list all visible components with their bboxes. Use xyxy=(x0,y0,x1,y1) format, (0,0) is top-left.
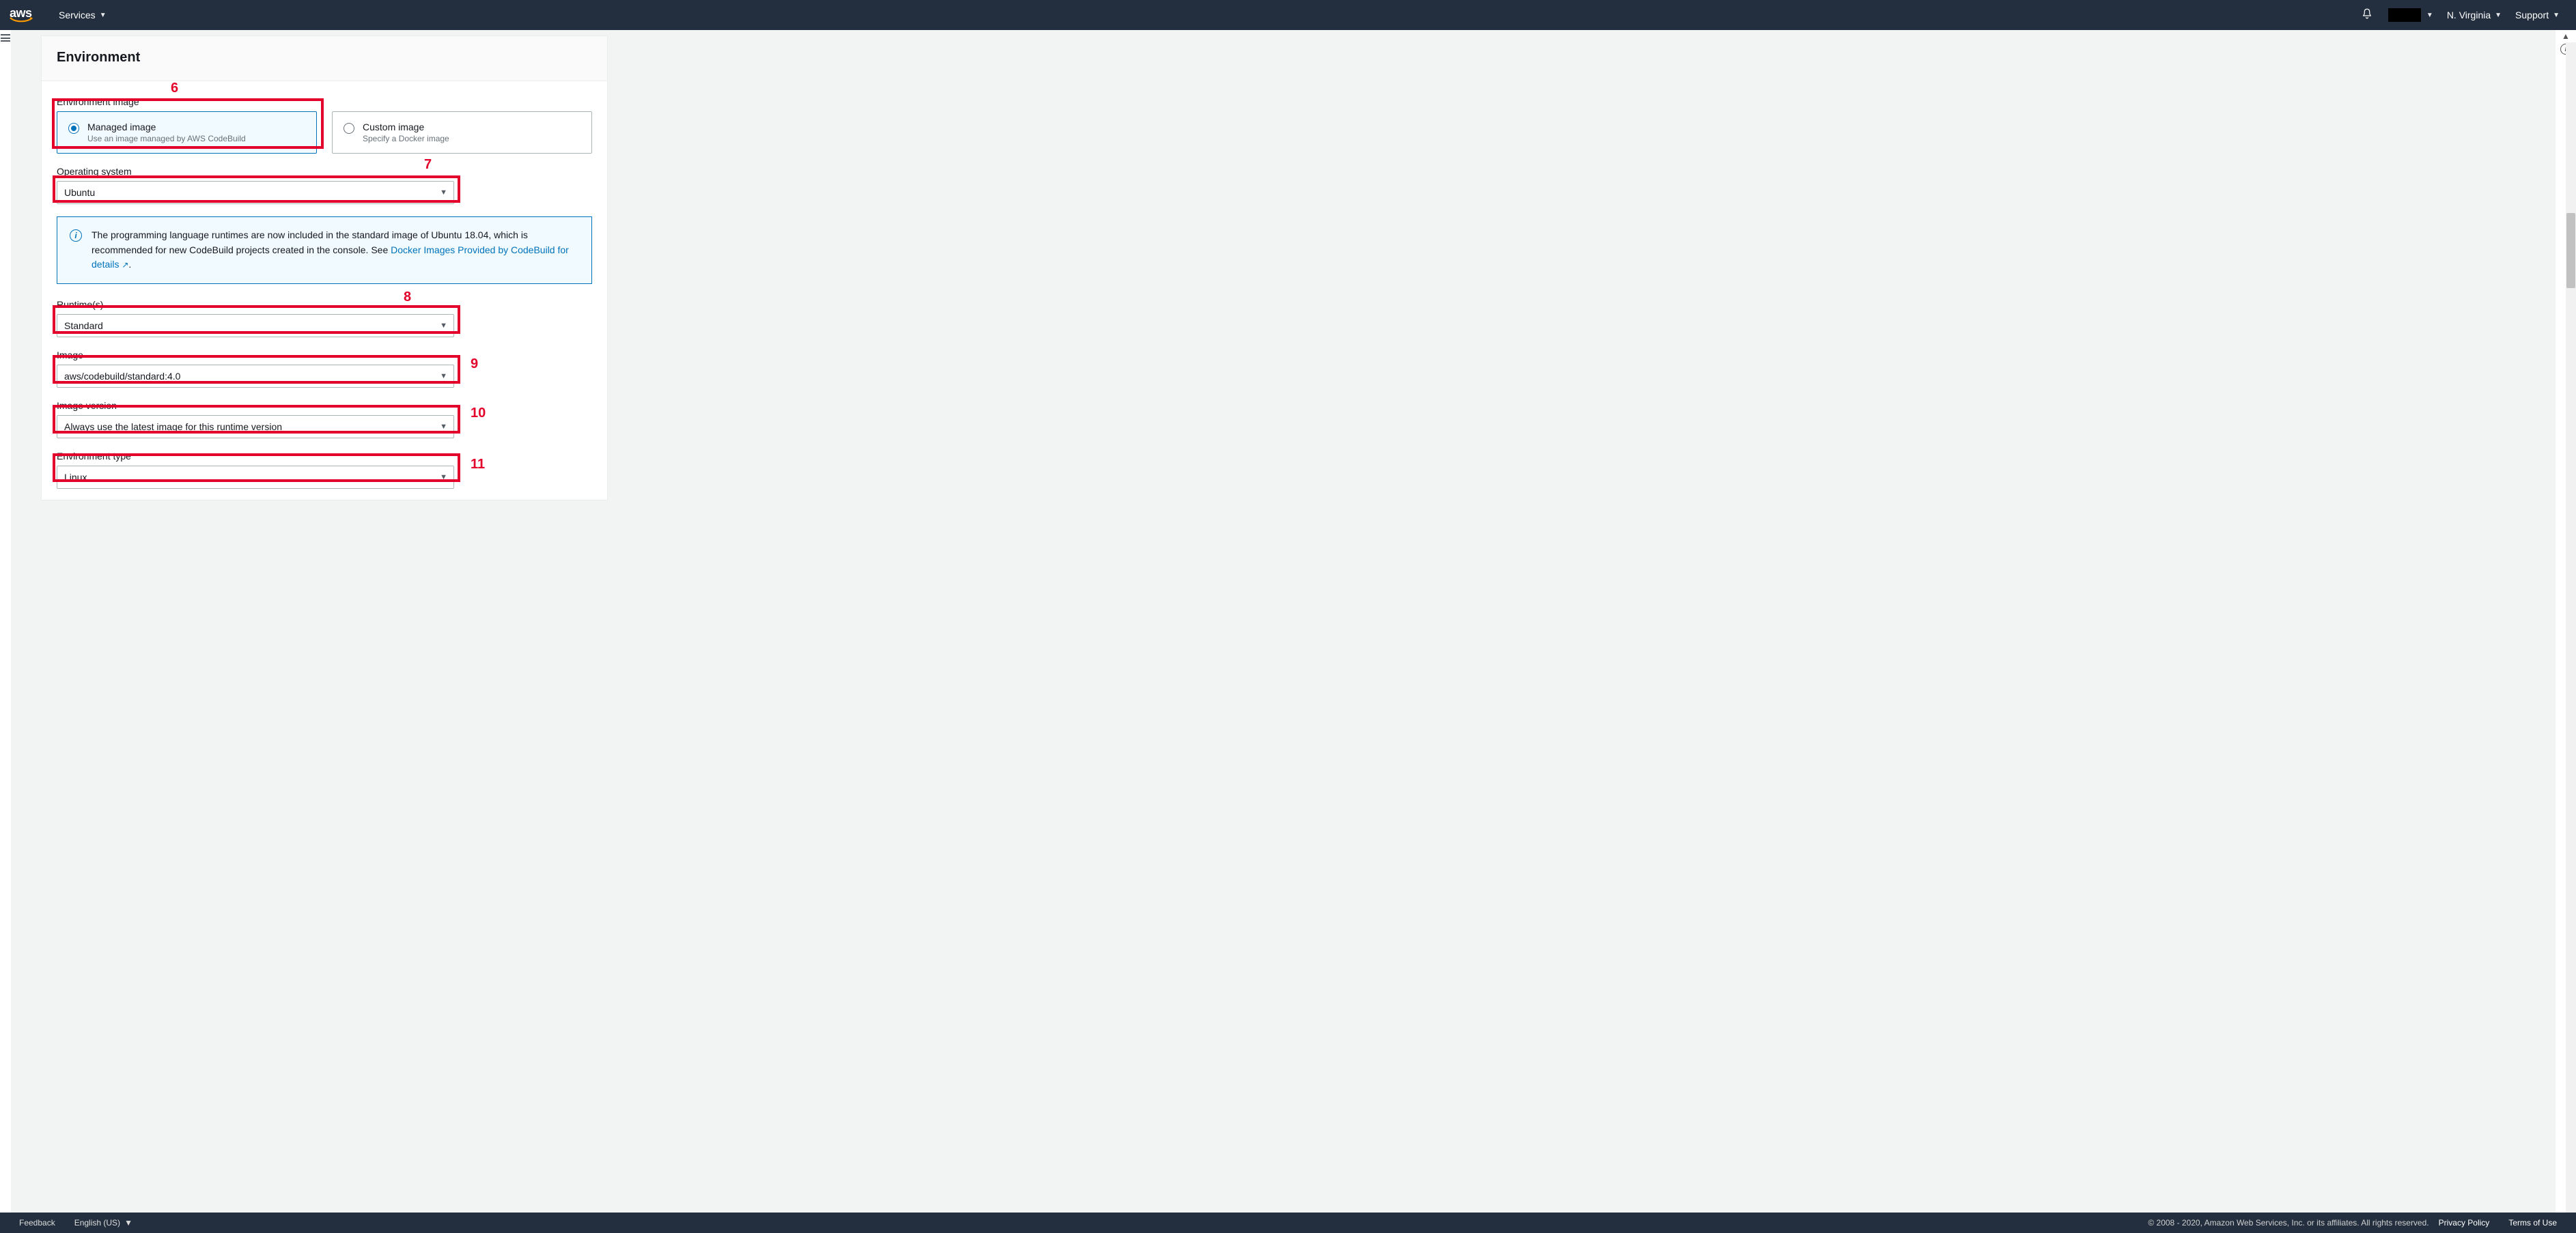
topnav: aws Services ▼ ▼ N. Virginia ▼ Support ▼ xyxy=(0,0,2576,30)
aws-smile-icon xyxy=(10,17,33,21)
runtime-value: Standard xyxy=(64,320,103,331)
aws-logo[interactable]: aws xyxy=(10,9,33,22)
env-type-select[interactable]: Linux ▼ xyxy=(57,466,454,489)
chevron-down-icon: ▼ xyxy=(2553,12,2560,19)
os-label: Operating system xyxy=(57,166,592,177)
feedback-label: Feedback xyxy=(19,1218,55,1228)
radio-icon xyxy=(344,123,354,134)
account-name-redacted xyxy=(2388,8,2421,22)
footer: Feedback English (US) ▼ © 2008 - 2020, A… xyxy=(0,1213,2576,1233)
managed-image-desc: Use an image managed by AWS CodeBuild xyxy=(87,134,246,143)
privacy-link[interactable]: Privacy Policy xyxy=(2429,1218,2500,1228)
managed-image-tile[interactable]: Managed image Use an image managed by AW… xyxy=(57,111,317,154)
image-version-value: Always use the latest image for this run… xyxy=(64,421,282,432)
custom-image-tile[interactable]: Custom image Specify a Docker image xyxy=(332,111,592,154)
copyright: © 2008 - 2020, Amazon Web Services, Inc.… xyxy=(2148,1218,2428,1228)
region-menu[interactable]: N. Virginia ▼ xyxy=(2440,0,2508,30)
image-label: Image xyxy=(57,350,592,360)
image-version-label: Image version xyxy=(57,400,592,411)
callout-text: The programming language runtimes are no… xyxy=(92,228,579,272)
radio-icon xyxy=(68,123,79,134)
os-value: Ubuntu xyxy=(64,187,95,198)
sidebar-collapsed xyxy=(0,30,11,1213)
support-label: Support xyxy=(2515,10,2549,20)
support-menu[interactable]: Support ▼ xyxy=(2508,0,2566,30)
language-label: English (US) xyxy=(74,1218,120,1228)
scrollbar-thumb[interactable] xyxy=(2566,213,2575,288)
runtime-select[interactable]: Standard ▼ xyxy=(57,314,454,337)
env-type-value: Linux xyxy=(64,472,87,483)
main-content: Environment Environment image Managed im… xyxy=(11,30,2556,1213)
info-callout: i The programming language runtimes are … xyxy=(57,216,592,284)
panel-header: Environment xyxy=(42,36,607,81)
feedback-link[interactable]: Feedback xyxy=(10,1218,65,1228)
chevron-down-icon: ▼ xyxy=(2426,12,2433,19)
aws-logo-text: aws xyxy=(10,9,33,18)
scroll-up-icon[interactable]: ▲ xyxy=(2562,30,2570,42)
custom-image-desc: Specify a Docker image xyxy=(363,134,449,143)
region-label: N. Virginia xyxy=(2447,10,2491,20)
env-image-label: Environment image xyxy=(57,96,592,107)
info-icon: i xyxy=(70,229,82,242)
env-image-choice: Managed image Use an image managed by AW… xyxy=(57,111,592,154)
terms-link[interactable]: Terms of Use xyxy=(2499,1218,2566,1228)
account-menu[interactable]: ▼ xyxy=(2381,0,2440,30)
scrollbar-track[interactable] xyxy=(2566,42,2576,1213)
env-type-label: Environment type xyxy=(57,451,592,462)
chevron-down-icon: ▼ xyxy=(100,12,107,19)
panel-body: Environment image Managed image Use an i… xyxy=(42,81,607,500)
image-select[interactable]: aws/codebuild/standard:4.0 ▼ xyxy=(57,365,454,388)
custom-image-title: Custom image xyxy=(363,122,449,132)
managed-image-title: Managed image xyxy=(87,122,246,132)
runtime-label: Runtime(s) xyxy=(57,299,592,310)
external-link-icon: ↗ xyxy=(122,260,128,270)
panel-title: Environment xyxy=(57,50,592,66)
services-label: Services xyxy=(59,10,96,20)
services-menu[interactable]: Services ▼ xyxy=(52,0,113,30)
image-version-select[interactable]: Always use the latest image for this run… xyxy=(57,415,454,438)
notifications-icon[interactable] xyxy=(2353,8,2381,23)
os-select[interactable]: Ubuntu ▼ xyxy=(57,181,454,204)
right-rail: ▲ i xyxy=(2556,30,2576,1213)
image-value: aws/codebuild/standard:4.0 xyxy=(64,371,180,382)
chevron-down-icon: ▼ xyxy=(2495,12,2502,19)
chevron-down-icon: ▼ xyxy=(124,1218,132,1228)
language-menu[interactable]: English (US) ▼ xyxy=(65,1218,142,1228)
environment-panel: Environment Environment image Managed im… xyxy=(41,36,608,500)
hamburger-icon[interactable] xyxy=(1,34,10,42)
